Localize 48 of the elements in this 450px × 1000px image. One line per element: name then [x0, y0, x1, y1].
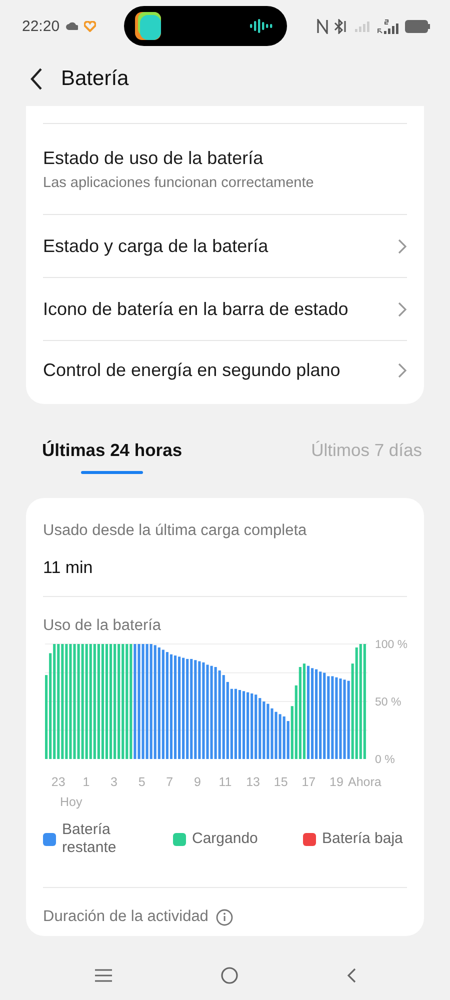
axis-label: 0 % [375, 754, 395, 766]
setting-title[interactable]: Icono de batería en la barra de estado [43, 298, 348, 320]
cloud-icon [66, 22, 78, 30]
chart-title: Uso de la batería [43, 616, 162, 635]
axis-label: 9 [194, 775, 201, 789]
signal-icon [377, 18, 399, 34]
chevron-icon [398, 302, 407, 316]
axis-label: 23 [51, 775, 66, 789]
bluetooth-icon [334, 18, 349, 34]
page-title: Batería [61, 67, 129, 91]
axis-label: 19 [330, 775, 344, 789]
axis-label: 1 [82, 775, 90, 789]
setting-title[interactable]: Control de energía en segundo plano [43, 360, 340, 380]
axis-label: 13 [246, 775, 260, 789]
signal-icon [355, 20, 371, 32]
legend-label: Cargando [192, 830, 258, 848]
axis-label: 3 [110, 775, 118, 789]
home-icon[interactable] [220, 966, 238, 984]
app-icon [134, 12, 161, 40]
info-icon[interactable] [216, 908, 234, 926]
axis-label: Ahora [348, 775, 382, 789]
period-tab[interactable]: Últimas 24 horas [42, 440, 182, 461]
nfc-icon [317, 18, 328, 34]
axis-label: 100 % [375, 639, 407, 651]
status-pill[interactable] [124, 6, 287, 46]
axis-label: 5 [138, 775, 146, 789]
axis-label: Hoy [60, 795, 82, 809]
chevron-icon [398, 362, 407, 378]
setting-subtitle: Las aplicaciones funcionan correctamente [43, 174, 314, 190]
axis-label: 7 [166, 775, 174, 789]
legend-label: Batería baja [322, 830, 403, 848]
setting-title[interactable]: Estado y carga de la batería [43, 236, 268, 256]
axis-label: 50 % [375, 696, 402, 708]
status-time: 22:20 [22, 18, 60, 34]
section-title: Duración de la actividad [43, 908, 208, 926]
axis-label: 17 [302, 775, 316, 789]
legend-label: Batería restante [62, 821, 118, 857]
usage-value: 11 min [43, 557, 94, 579]
waveform-icon [248, 19, 275, 33]
usage-label: Usado desde la última carga completa [43, 521, 308, 540]
menu-icon[interactable] [94, 968, 112, 982]
back-icon[interactable] [30, 68, 43, 90]
axis-label: 11 [218, 775, 232, 789]
chevron-icon [398, 238, 407, 254]
heart-icon [84, 20, 96, 32]
battery-icon [405, 20, 430, 32]
axis-label: 15 [274, 775, 288, 789]
setting-title[interactable]: Estado de uso de la batería [43, 148, 314, 168]
